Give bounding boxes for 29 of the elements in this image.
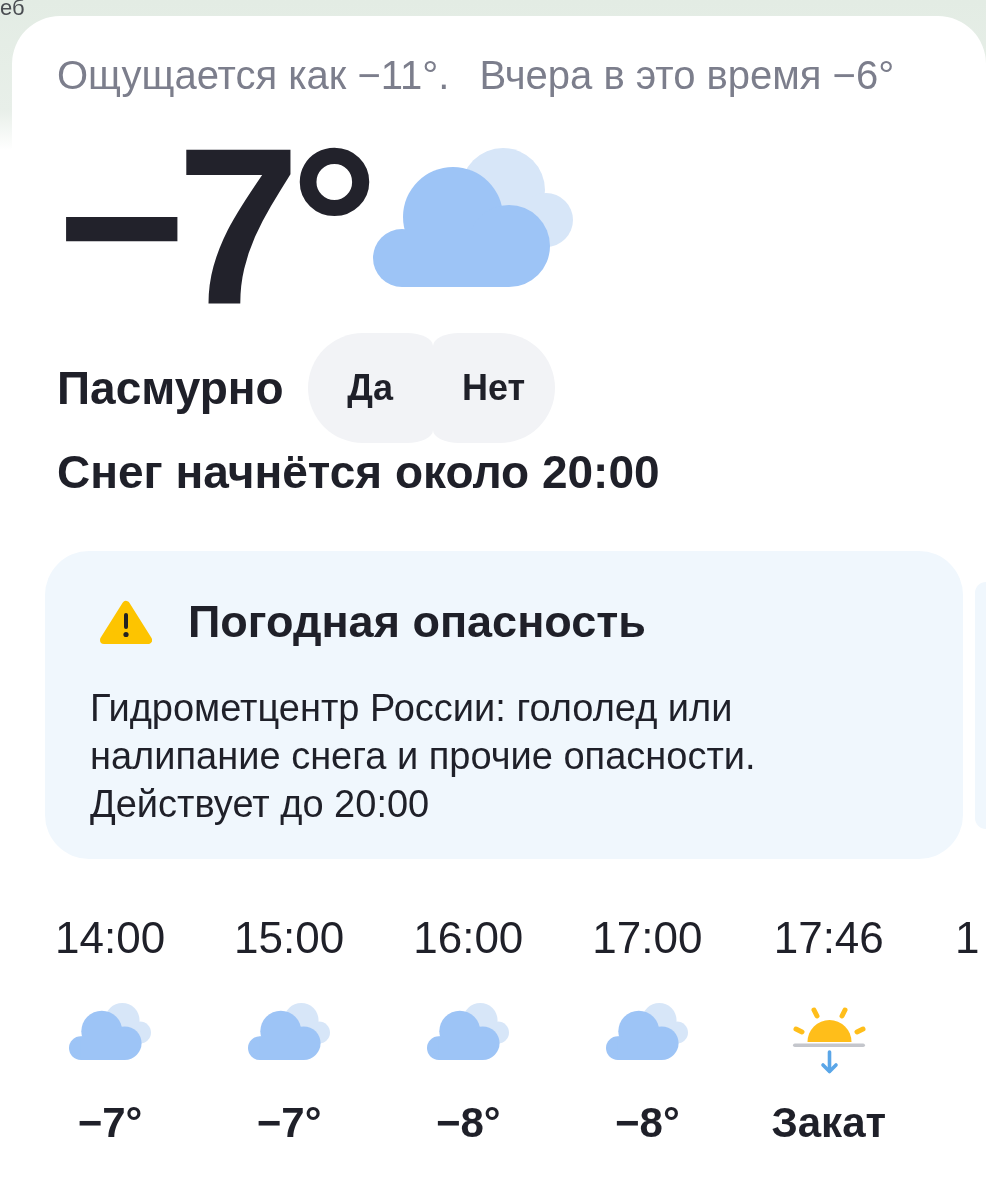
sunset-icon <box>790 1005 867 1076</box>
hour-time: 17:00 <box>592 913 703 963</box>
hour-time: 17:46 <box>773 913 884 963</box>
cloud-icon <box>606 1003 689 1060</box>
alert-text: Гидрометцентр России: гололед или налипание снега и прочие опасности. <box>90 686 757 779</box>
alert-title: Погодная опасность <box>188 596 646 648</box>
feedback-button[interactable]: Да <box>307 333 433 443</box>
alert-card[interactable]: Погодная опасность Гидрометцентр России: гололед или налипание снега и прочие опасности. Действует до 20:00 <box>45 551 963 859</box>
current-temperature: −7° <box>57 131 369 321</box>
hour-time: 14:00 <box>55 913 166 963</box>
forecast-value: Закат <box>771 1098 887 1148</box>
forecast-value: −8° <box>615 1098 680 1148</box>
forecast-value: −7° <box>256 1098 322 1148</box>
cloud-icon <box>372 148 573 287</box>
alert-validity: Действует до 20:00 <box>90 782 430 827</box>
hour-time: 15:00 <box>234 913 345 963</box>
forecast-value: −8° <box>435 1098 501 1148</box>
hour-time: 1 <box>955 913 980 963</box>
forecast-value: −7° <box>77 1098 143 1148</box>
cloud-icon <box>248 1003 331 1060</box>
feels-like-text: Ощущается как −11°. <box>57 52 450 99</box>
cloud-icon <box>69 1003 152 1060</box>
hour-time: 16:00 <box>413 913 524 963</box>
warning-icon <box>100 599 152 645</box>
condition-text: Пасмурно <box>57 361 284 415</box>
feedback-button[interactable]: Нет <box>432 333 555 443</box>
precipitation-note: Снег начнётся около 20:00 <box>57 445 660 499</box>
yesterday-text: Вчера в это время −6° <box>479 52 895 99</box>
cloud-icon <box>427 1003 510 1060</box>
